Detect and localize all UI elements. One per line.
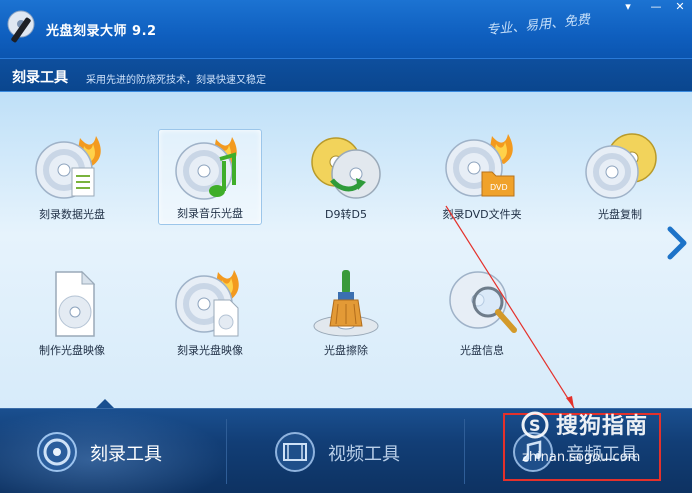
slogan: 专业、易用、免费 bbox=[485, 12, 591, 39]
tool-burn-music-disc[interactable]: 刻录音乐光盘 bbox=[158, 129, 262, 225]
tool-label: 光盘信息 bbox=[460, 344, 504, 357]
app-title: 光盘刻录大师 9.2 bbox=[46, 24, 157, 39]
tool-label: 刻录数据光盘 bbox=[39, 208, 105, 221]
film-icon bbox=[275, 432, 315, 472]
menu-dropdown-icon[interactable]: ▾ bbox=[616, 0, 640, 14]
tab-video-tools[interactable]: 视频工具 bbox=[238, 409, 468, 493]
tool-label: 制作光盘映像 bbox=[39, 344, 105, 357]
sogou-logo-icon: S bbox=[521, 411, 549, 439]
tab-divider bbox=[226, 419, 227, 484]
disc-copy-icon bbox=[585, 133, 657, 199]
svg-text:DVD: DVD bbox=[490, 183, 508, 192]
tab-divider bbox=[464, 419, 465, 484]
burn-data-disc-icon bbox=[35, 136, 101, 199]
disc-erase-icon bbox=[313, 270, 379, 337]
tool-burn-disc-image[interactable]: 刻录光盘映像 bbox=[158, 268, 262, 368]
section-title: 刻录工具 bbox=[12, 70, 68, 86]
tool-label: 刻录音乐光盘 bbox=[177, 207, 243, 220]
disc-icon bbox=[37, 432, 77, 472]
app-logo-icon bbox=[7, 10, 35, 43]
tool-label: 光盘复制 bbox=[598, 208, 642, 221]
tab-label: 刻录工具 bbox=[90, 444, 162, 465]
app-window: 光盘刻录大师 9.2 专业、易用、免费 ▾ — ✕ 刻录工具 采用先进的防烧死技… bbox=[0, 0, 692, 493]
next-page-arrow-icon[interactable] bbox=[666, 226, 688, 260]
burn-dvd-folder-icon: DVD bbox=[445, 134, 515, 197]
tool-label: 刻录DVD文件夹 bbox=[442, 208, 522, 221]
minimize-icon[interactable]: — bbox=[644, 0, 668, 14]
svg-text:S: S bbox=[529, 416, 541, 435]
tool-label: 光盘擦除 bbox=[324, 344, 368, 357]
tool-burn-dvd-folder[interactable]: DVD 刻录DVD文件夹 bbox=[430, 132, 534, 232]
tools-panel: 刻录数据光盘 刻录音乐光盘 D9转D5 DVD 刻录DVD文件夹 光盘复制 制作… bbox=[0, 92, 692, 408]
tool-label: 刻录光盘映像 bbox=[177, 344, 243, 357]
make-disc-image-icon bbox=[55, 270, 96, 337]
section-header: 刻录工具 采用先进的防烧死技术，刻录快速又稳定 bbox=[0, 58, 692, 92]
tool-make-disc-image[interactable]: 制作光盘映像 bbox=[20, 268, 124, 368]
tab-label: 视频工具 bbox=[328, 444, 400, 465]
burn-disc-image-icon bbox=[175, 270, 239, 337]
tool-burn-data-disc[interactable]: 刻录数据光盘 bbox=[20, 132, 124, 232]
tool-disc-info[interactable]: 光盘信息 bbox=[430, 268, 534, 368]
tool-label: D9转D5 bbox=[325, 208, 367, 221]
section-description: 采用先进的防烧死技术，刻录快速又稳定 bbox=[86, 75, 266, 86]
active-tab-pointer bbox=[96, 399, 114, 408]
tool-disc-erase[interactable]: 光盘擦除 bbox=[294, 268, 398, 368]
close-icon[interactable]: ✕ bbox=[668, 0, 692, 14]
d9-to-d5-icon bbox=[311, 137, 381, 199]
watermark-brand: 搜狗指南 bbox=[556, 414, 649, 439]
watermark-url: zhinan.sogou.com bbox=[522, 450, 641, 465]
title-bar[interactable]: 光盘刻录大师 9.2 专业、易用、免费 ▾ — ✕ bbox=[0, 0, 692, 58]
tab-burn-tools[interactable]: 刻录工具 bbox=[0, 409, 230, 493]
tool-disc-copy[interactable]: 光盘复制 bbox=[568, 132, 672, 232]
tool-d9-to-d5[interactable]: D9转D5 bbox=[294, 132, 398, 232]
disc-info-icon bbox=[449, 271, 517, 333]
burn-music-disc-icon bbox=[175, 137, 237, 200]
